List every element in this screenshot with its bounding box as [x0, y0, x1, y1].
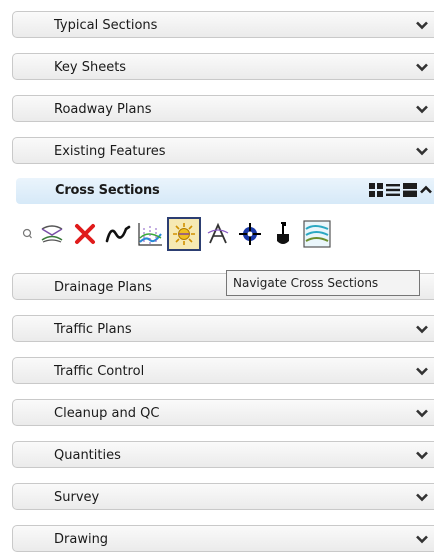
curve-profile-icon[interactable] [102, 217, 134, 251]
cross-section-chart-icon[interactable] [134, 217, 166, 251]
section-label: Existing Features [54, 144, 166, 159]
grid-view-icon[interactable] [369, 183, 383, 197]
target-crosshair-icon[interactable] [234, 217, 266, 251]
chevron-down-icon [416, 21, 428, 30]
section-label: Roadway Plans [54, 102, 152, 117]
section-quantities[interactable]: Quantities [12, 441, 434, 468]
section-label: Traffic Control [54, 364, 145, 379]
navigate-cross-sections-icon[interactable] [167, 217, 201, 251]
large-view-icon[interactable] [403, 183, 417, 197]
list-view-icon[interactable] [386, 183, 400, 197]
annotate-cross-section-icon[interactable] [202, 217, 234, 251]
section-roadway-plans[interactable]: Roadway Plans [12, 95, 434, 122]
section-label: Drawing [54, 532, 109, 547]
chevron-down-icon [416, 493, 428, 502]
chevron-down-icon [416, 367, 428, 376]
section-key-sheets[interactable]: Key Sheets [12, 53, 434, 80]
section-label: Traffic Plans [54, 322, 132, 337]
section-label: Quantities [54, 448, 121, 463]
section-drawing[interactable]: Drawing [12, 525, 434, 552]
view-mode-controls [369, 183, 432, 197]
section-typical-sections[interactable]: Typical Sections [12, 11, 434, 38]
chevron-down-icon [416, 325, 428, 334]
collapse-icon[interactable] [420, 184, 432, 196]
section-cleanup-and-qc[interactable]: Cleanup and QC [12, 399, 434, 426]
chevron-down-icon [416, 535, 428, 544]
delete-red-x-icon[interactable] [69, 217, 101, 251]
section-label: Key Sheets [54, 60, 127, 75]
section-survey[interactable]: Survey [12, 483, 434, 510]
chevron-down-icon [416, 105, 428, 114]
chevron-down-icon [416, 147, 428, 156]
cross-sections-toolbar [12, 213, 434, 257]
section-label: Drainage Plans [54, 280, 152, 295]
section-traffic-plans[interactable]: Traffic Plans [12, 315, 434, 342]
chevron-down-icon [416, 63, 428, 72]
chevron-down-icon [416, 409, 428, 418]
chevron-down-icon [416, 451, 428, 460]
section-label: Survey [54, 490, 100, 505]
toolbar-grip-icon[interactable] [20, 217, 34, 251]
cross-section-report-icon[interactable] [299, 217, 335, 251]
section-cross-sections[interactable]: Cross Sections [16, 178, 434, 204]
section-label: Cross Sections [55, 183, 160, 198]
shovel-icon[interactable] [267, 217, 299, 251]
section-label: Cleanup and QC [54, 406, 160, 421]
section-traffic-control[interactable]: Traffic Control [12, 357, 434, 384]
tooltip: Navigate Cross Sections [226, 270, 420, 296]
section-existing-features[interactable]: Existing Features [12, 137, 434, 164]
cross-section-template-icon[interactable] [36, 217, 68, 251]
section-label: Typical Sections [54, 18, 158, 33]
